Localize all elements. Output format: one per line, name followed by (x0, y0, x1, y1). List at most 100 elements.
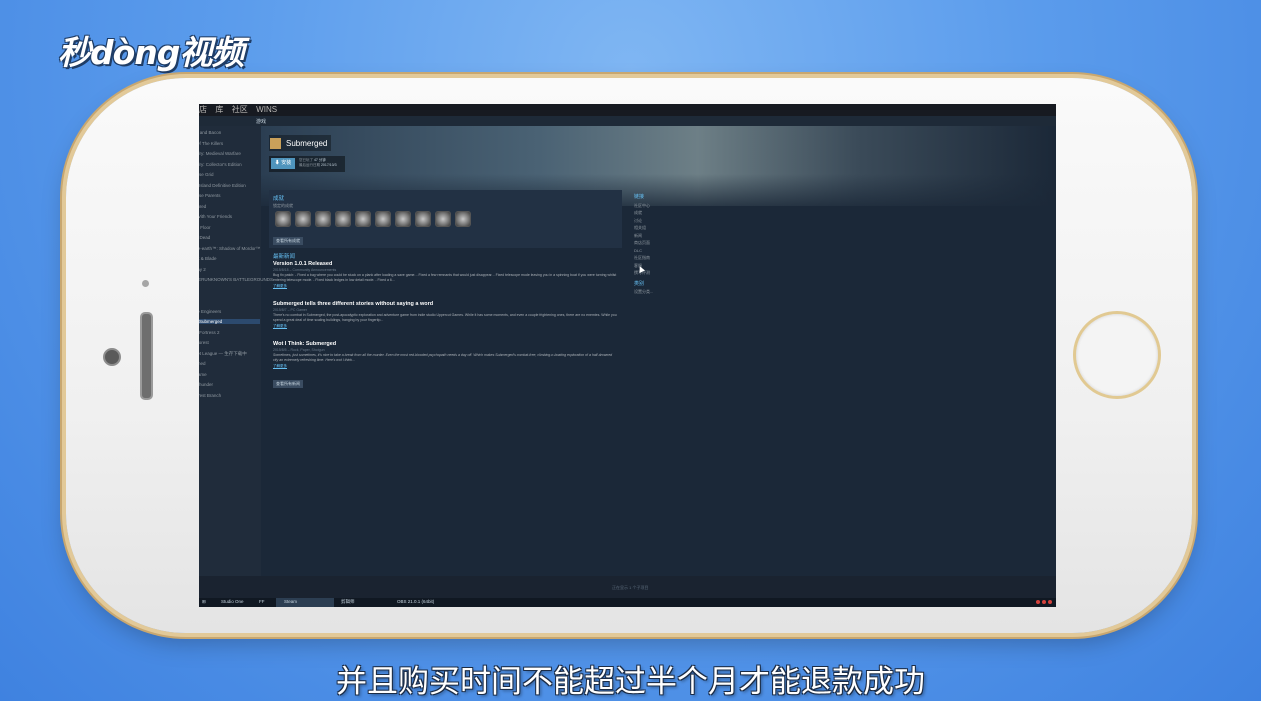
tray-icon[interactable] (1036, 600, 1040, 604)
install-stats: 您已玩了 47 分钟 最后运行日期 2017/10/3 (299, 158, 337, 168)
news-date: 2015/8/5 – Rock, Paper, Shotgun (273, 348, 325, 352)
news-read-more-link[interactable]: 了解更多 (273, 324, 618, 329)
game-title: Submerged (286, 138, 328, 148)
achievement-icon[interactable] (295, 211, 311, 227)
sidebar-game-item[interactable]: Rocket League — 生存下载中 (199, 351, 247, 357)
achievement-icon[interactable] (275, 211, 291, 227)
system-tray (1036, 600, 1052, 604)
start-icon[interactable]: ⊞ (202, 599, 206, 605)
game-link[interactable]: 商店页面 (634, 239, 653, 247)
achievements-panel: 成就 锁定的成就 查看所有成就 (269, 190, 622, 248)
taskbar-item[interactable]: Steam (284, 599, 297, 604)
sidebar-game-item[interactable]: Submerged (199, 319, 260, 324)
news-body: There's no combat in Submerged, the post… (273, 313, 617, 322)
video-subtitle: 并且购买时间不能超过半个月才能退款成功 (336, 664, 925, 700)
footer-text: 正在显示 1 个子项目 (612, 585, 649, 590)
news-read-more-link[interactable]: 了解更多 (273, 364, 618, 369)
achievements-subtitle: 锁定的成就 (273, 203, 293, 208)
news-body: Sometimes, just sometimes, it's nice to … (273, 353, 613, 362)
steam-sub-nav: 游戏 (199, 116, 1056, 126)
achievement-icon[interactable] (335, 211, 351, 227)
phone-camera (103, 348, 121, 366)
steam-window: 店 库 社区 WINS 游戏 Blood and Bacon Call Of Th… (199, 104, 1056, 607)
sidebar-game-item[interactable]: Fractured (199, 204, 206, 209)
subnav-games[interactable]: 游戏 (256, 118, 266, 125)
sidebar-game-item[interactable]: Defense Grid (199, 172, 214, 177)
tray-icon[interactable] (1048, 600, 1052, 604)
game-link[interactable]: 成就 (634, 209, 653, 217)
tray-icon[interactable] (1042, 600, 1046, 604)
sidebar-game-item[interactable]: Dead Island Definitive Edition (199, 183, 246, 188)
library-sidebar: Blood and Bacon Call Of The Killers Chival… (199, 126, 273, 576)
nav-community[interactable]: 社区 (232, 105, 248, 114)
achievement-icon[interactable] (395, 211, 411, 227)
news-read-more-link[interactable]: 了解更多 (273, 284, 618, 289)
category-title: 类别 (634, 280, 645, 287)
news-body: Bug fix patch: - Fixed a bug where you c… (273, 273, 617, 282)
achievement-icon[interactable] (375, 211, 391, 227)
news-headline[interactable]: Submerged tells three different stories … (273, 301, 618, 307)
sidebar-game-item[interactable]: Killing Floor (199, 225, 211, 230)
news-date: 2015/8/7 – PC Gamer (273, 308, 308, 312)
sidebar-game-item[interactable]: Warframe (199, 372, 207, 377)
install-button[interactable]: ⬇ 安装 (271, 158, 295, 169)
sidebar-game-item[interactable]: Mount & Blade (199, 256, 217, 261)
nav-username[interactable]: WINS (256, 105, 277, 114)
nav-library[interactable]: 库 (215, 105, 223, 114)
last-played-label: 最后运行日期 (299, 163, 320, 167)
sidebar-game-item[interactable]: Chivalry: Medieval Warfare (199, 151, 241, 156)
news-item: Submerged tells three different stories … (273, 301, 618, 329)
links-title: 链接 (634, 194, 645, 200)
nav-store[interactable]: 店 (199, 105, 207, 114)
sidebar-game-item[interactable]: Blood and Bacon (199, 130, 221, 135)
sidebar-game-item[interactable]: Call Of The Killers (199, 141, 223, 146)
sidebar-game-item[interactable]: Defense Parents (199, 193, 221, 198)
sidebar-game-item[interactable]: Unturned (199, 361, 206, 366)
achievements-title: 成就 (273, 196, 285, 202)
taskbar-item[interactable]: 剪辑师 (341, 599, 355, 605)
game-link[interactable]: 新闻 (634, 232, 653, 240)
phone-sensor (142, 280, 149, 287)
game-link[interactable]: DLC (634, 247, 653, 255)
sidebar-game-item[interactable]: The Forest (199, 340, 209, 345)
achievement-icon[interactable] (435, 211, 451, 227)
achievement-icons (275, 211, 471, 227)
sidebar-game-item[interactable]: Space Engineers (199, 309, 221, 314)
taskbar-item[interactable]: FF (259, 599, 265, 604)
sidebar-game-item[interactable]: Golf With Your Friends (199, 214, 232, 219)
game-link[interactable]: 社区指南 (634, 254, 653, 262)
achievement-icon[interactable] (415, 211, 431, 227)
set-category-link[interactable]: 设置分类... (634, 288, 653, 296)
news-item: Version 1.0.1 Released 2015/8/18 – Commu… (273, 261, 618, 289)
achievement-icon[interactable] (455, 211, 471, 227)
game-link[interactable]: 相关组 (634, 224, 653, 232)
news-item: Wot I Think: Submerged 2015/8/5 – Rock, … (273, 341, 618, 369)
links-panel: 链接 社区中心 成就 讨论 相关组 新闻 商店页面 DLC 社区指南 客服 撰写评测 类别 设置分类.… (634, 194, 653, 296)
view-all-achievements-button[interactable]: 查看所有成就 (273, 237, 303, 245)
game-icon (270, 137, 281, 149)
sidebar-game-item[interactable]: Rust Test Branch (199, 393, 221, 398)
sidebar-game-item[interactable]: War Thunder (199, 382, 213, 387)
sidebar-game-item[interactable]: PLAYERUNKNOWN'S BATTLEGROUNDS (199, 277, 273, 282)
sidebar-game-item[interactable]: Payday 2 (199, 267, 206, 272)
game-link[interactable]: 讨论 (634, 217, 653, 225)
sidebar-game-item[interactable]: Chivalry: Collector's Edition (199, 162, 242, 167)
last-played-value: 2017/10/3 (320, 163, 337, 167)
news-headline[interactable]: Version 1.0.1 Released (273, 261, 618, 267)
sidebar-game-item[interactable]: Team Fortress 2 (199, 330, 220, 335)
watermark-logo: 秒dòng视频 (58, 33, 244, 72)
sidebar-game-item[interactable]: Middle-earth™: Shadow of Mordor™ (199, 246, 260, 251)
phone-home-button[interactable] (1073, 311, 1161, 399)
game-link[interactable]: 社区中心 (634, 202, 653, 210)
played-label: 您已玩了 (299, 158, 313, 162)
achievement-icon[interactable] (315, 211, 331, 227)
taskbar-item[interactable]: Studio One (221, 599, 244, 604)
news-title: 最新新闻 (273, 254, 296, 260)
achievement-icon[interactable] (355, 211, 371, 227)
taskbar-item[interactable]: OBS 21.0.1 (64bit) (397, 599, 434, 604)
view-all-news-button[interactable]: 查看所有新闻 (273, 380, 303, 388)
news-headline[interactable]: Wot I Think: Submerged (273, 341, 618, 347)
library-footer: 正在显示 1 个子项目 (199, 576, 1056, 598)
install-box: ⬇ 安装 您已玩了 47 分钟 最后运行日期 2017/10/3 (269, 156, 345, 172)
sidebar-game-item[interactable]: Left 4 Dead (199, 235, 210, 240)
